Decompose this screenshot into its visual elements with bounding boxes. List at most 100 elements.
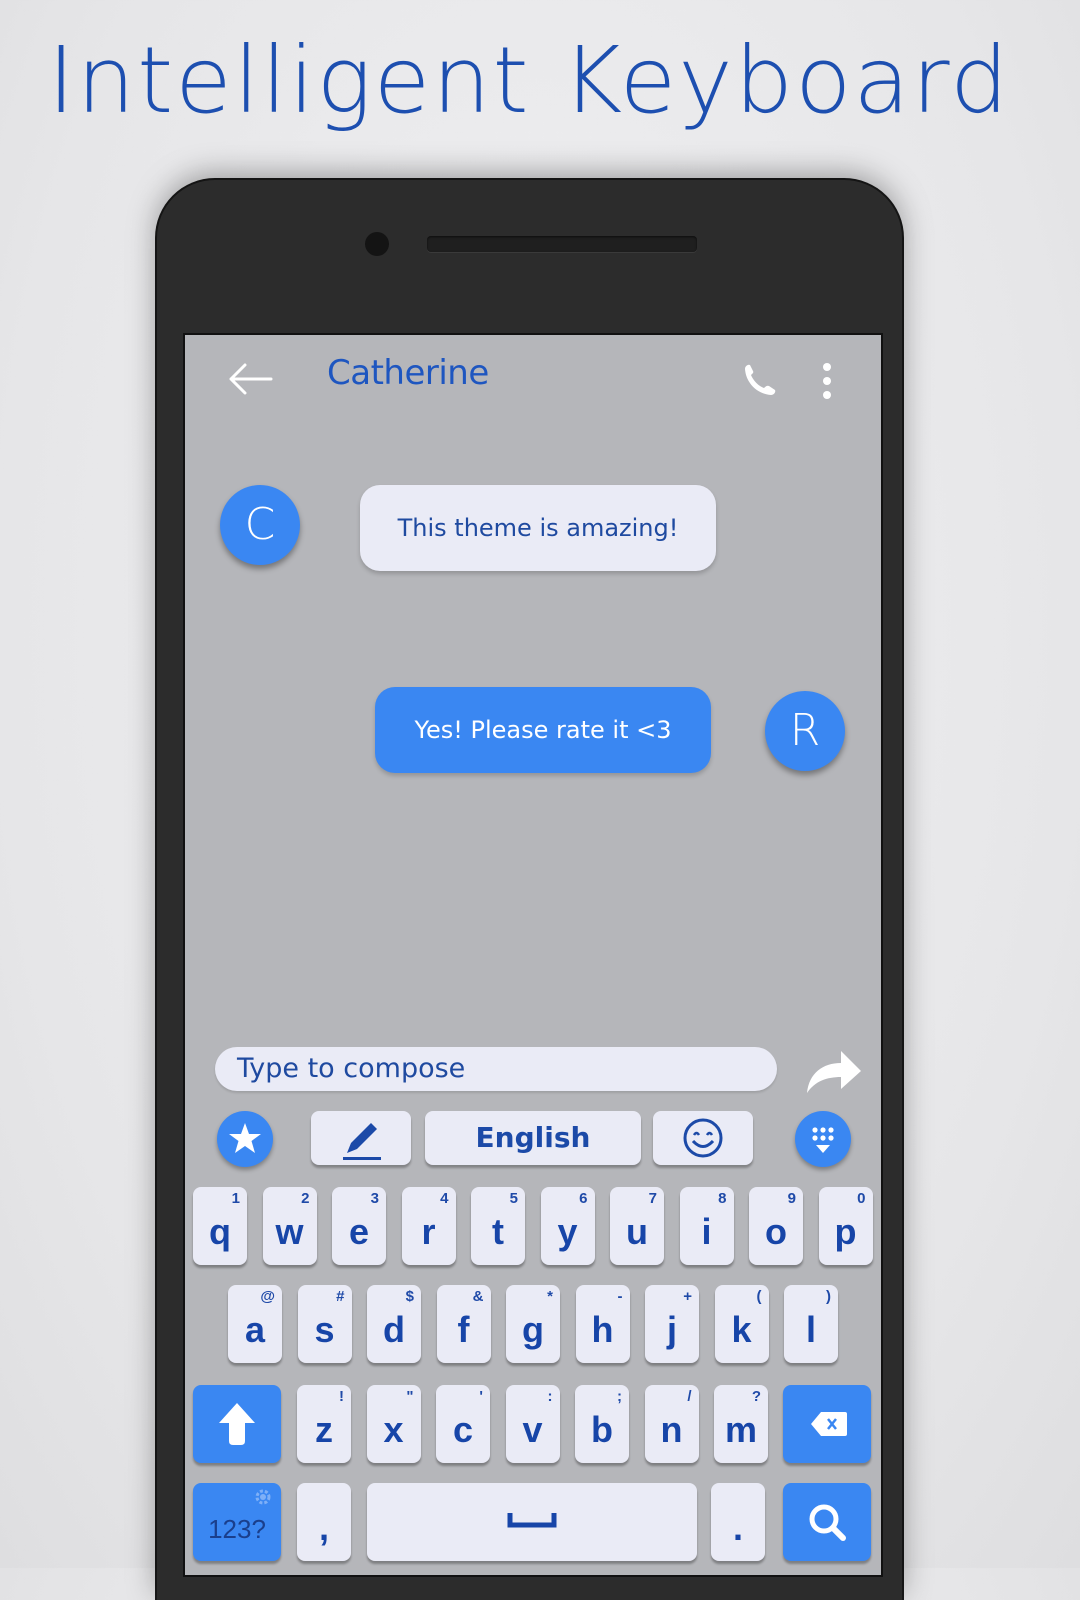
- key-f[interactable]: & f: [436, 1285, 491, 1363]
- key-m[interactable]: ? m: [714, 1385, 768, 1463]
- language-label: English: [475, 1121, 591, 1154]
- key-b[interactable]: ; b: [575, 1385, 629, 1463]
- avatar-outgoing: R: [765, 691, 845, 771]
- key-hint: 6: [579, 1190, 588, 1207]
- key-label: r: [421, 1211, 436, 1252]
- key-label: p: [834, 1211, 857, 1252]
- more-vertical-icon[interactable]: [813, 361, 841, 403]
- message-bubble-incoming: This theme is amazing!: [360, 485, 716, 571]
- contact-name: Catherine: [327, 353, 489, 393]
- comma-key[interactable]: ,: [297, 1483, 351, 1561]
- key-c[interactable]: ' c: [436, 1385, 490, 1463]
- app-bar: Catherine: [185, 335, 881, 423]
- key-d[interactable]: $ d: [367, 1285, 421, 1363]
- key-label: u: [626, 1211, 648, 1252]
- phone-icon[interactable]: [739, 361, 779, 401]
- key-label: v: [522, 1409, 543, 1450]
- key-y[interactable]: 6y: [540, 1187, 595, 1265]
- language-button[interactable]: English: [425, 1111, 641, 1165]
- key-hint: :: [547, 1388, 553, 1405]
- key-g[interactable]: * g: [506, 1285, 560, 1363]
- key-hint: 0: [857, 1190, 866, 1207]
- avatar-incoming: C: [220, 485, 300, 565]
- key-label: n: [660, 1409, 683, 1450]
- edit-button[interactable]: [311, 1111, 411, 1165]
- key-hint: ': [479, 1388, 483, 1405]
- key-s[interactable]: # s: [297, 1285, 352, 1363]
- key-o[interactable]: 9o: [749, 1187, 803, 1265]
- star-button[interactable]: [217, 1111, 273, 1167]
- key-a[interactable]: @ a: [228, 1285, 282, 1363]
- share-arrow-icon[interactable]: [803, 1043, 865, 1099]
- key-hint: *: [547, 1288, 553, 1305]
- key-label: a: [244, 1309, 266, 1350]
- backspace-icon: [811, 1412, 847, 1436]
- key-t[interactable]: 5t: [471, 1187, 525, 1265]
- key-hint: /: [687, 1388, 692, 1405]
- key-hint: (: [756, 1288, 762, 1305]
- key-label: w: [275, 1211, 304, 1252]
- speaker-grille: [427, 236, 697, 252]
- key-hint: @: [260, 1288, 275, 1305]
- hide-keyboard-button[interactable]: [795, 1111, 851, 1167]
- key-h[interactable]: -h: [575, 1285, 630, 1363]
- key-label: c: [452, 1409, 474, 1450]
- key-label: g: [522, 1309, 544, 1350]
- key-hint: 4: [440, 1190, 449, 1207]
- key-hint: 5: [509, 1190, 518, 1207]
- key-hint: 3: [370, 1190, 379, 1207]
- key-label: s: [314, 1309, 335, 1350]
- key-label: y: [557, 1211, 578, 1252]
- key-label: o: [765, 1211, 787, 1252]
- space-bar-icon: [507, 1513, 557, 1528]
- key-u[interactable]: 7u: [610, 1187, 664, 1265]
- key-hint: ): [826, 1288, 831, 1305]
- symbols-key[interactable]: 123?: [193, 1483, 281, 1561]
- key-hint: 2: [301, 1190, 310, 1207]
- key-hint: !: [339, 1388, 344, 1405]
- key-v[interactable]: :v: [505, 1385, 560, 1463]
- camera-icon: [365, 232, 389, 256]
- key-label: k: [731, 1309, 752, 1350]
- key-w[interactable]: 2w: [262, 1187, 317, 1265]
- key-label: h: [591, 1309, 614, 1350]
- key-k[interactable]: (k: [714, 1285, 769, 1363]
- key-hint: &: [472, 1288, 484, 1305]
- compose-input[interactable]: Type to compose: [215, 1047, 777, 1091]
- key-n[interactable]: / n: [644, 1385, 699, 1463]
- arrow-left-icon[interactable]: [225, 359, 275, 399]
- key-hint: -: [617, 1288, 623, 1305]
- search-key[interactable]: [783, 1483, 871, 1561]
- promo-title: Intelligent Keyboard: [47, 27, 1011, 134]
- key-hint: +: [683, 1288, 692, 1305]
- key-l[interactable]: ) l: [784, 1285, 838, 1363]
- key-hint: 8: [718, 1190, 727, 1207]
- backspace-key[interactable]: [783, 1385, 871, 1463]
- key-hint: #: [336, 1288, 345, 1305]
- key-hint: 1: [231, 1190, 240, 1207]
- emoji-button[interactable]: [653, 1111, 753, 1165]
- key-r[interactable]: 4r: [401, 1187, 456, 1265]
- key-x[interactable]: " x: [366, 1385, 421, 1463]
- period-label: .: [732, 1507, 743, 1548]
- key-hint: ?: [751, 1388, 761, 1405]
- search-icon: [809, 1504, 846, 1541]
- key-p[interactable]: 0p: [818, 1187, 873, 1265]
- key-label: e: [348, 1211, 370, 1252]
- shift-key[interactable]: [193, 1385, 281, 1463]
- key-q[interactable]: 1q: [193, 1187, 247, 1265]
- period-key[interactable]: .: [711, 1483, 765, 1561]
- space-key[interactable]: [367, 1483, 697, 1561]
- key-label: l: [805, 1309, 816, 1350]
- key-i[interactable]: 8i: [679, 1187, 734, 1265]
- key-j[interactable]: + j: [645, 1285, 699, 1363]
- message-bubble-outgoing: Yes! Please rate it <3: [375, 687, 711, 773]
- key-z[interactable]: ! z: [297, 1385, 351, 1463]
- keyboard-hide-icon: [812, 1127, 834, 1153]
- key-label: x: [383, 1409, 404, 1450]
- star-icon: [229, 1123, 261, 1153]
- key-label: z: [315, 1409, 333, 1450]
- key-e[interactable]: 3e: [332, 1187, 386, 1265]
- key-hint: $: [405, 1288, 414, 1305]
- key-label: m: [724, 1409, 757, 1450]
